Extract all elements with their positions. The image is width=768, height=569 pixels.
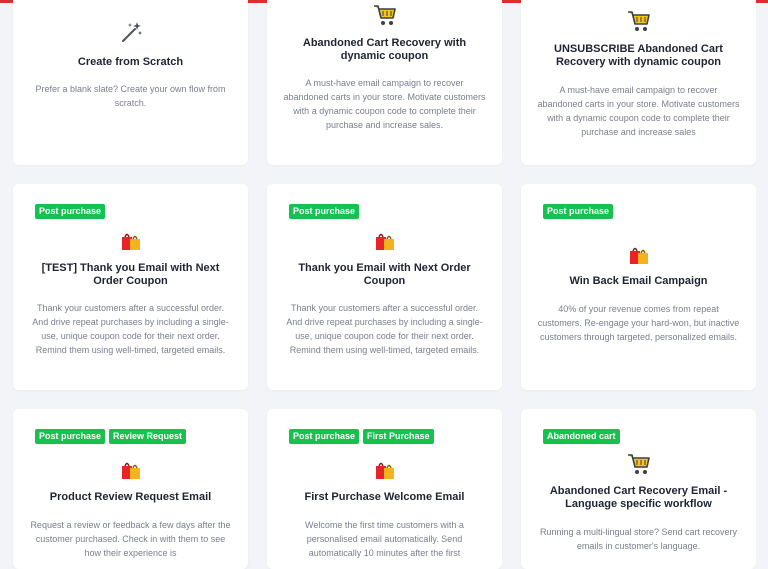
card-title: First Purchase Welcome Email [304,491,465,503]
tag-list: Post purchase Review Request [35,429,187,444]
tag-list: Post purchase [543,204,614,219]
card-title: Abandoned Cart Recovery Email - Language… [549,485,728,510]
tag-post-purchase: Post purchase [289,429,360,444]
template-card-product-review-request[interactable]: Post purchase Review Request Product Rev… [13,409,248,569]
template-card-thank-you[interactable]: Post purchase Thank you Email with Next … [267,184,502,390]
card-description: A must-have email campaign to recover ab… [283,78,486,130]
tag-list: Post purchase [289,204,360,219]
card-title: [TEST] Thank you Email with Next Order C… [41,262,220,287]
template-card-unsubscribe-abandoned-cart[interactable]: UNSUBSCRIBE Abandoned Cart Recovery with… [521,0,756,165]
card-description: Running a multi-lingual store? Send cart… [539,527,738,551]
card-description: 40% of your revenue comes from repeat cu… [537,304,740,342]
card-title: UNSUBSCRIBE Abandoned Cart Recovery with… [554,43,723,68]
magic-wand-icon [121,22,142,42]
shopping-cart-icon [627,454,650,474]
tag-post-purchase: Post purchase [543,204,614,219]
tag-list: Post purchase [35,204,106,219]
card-description: Thank your customers after a successful … [286,303,483,355]
template-card-create-from-scratch[interactable]: Create from Scratch Prefer a blank slate… [13,0,248,165]
card-description: Prefer a blank slate? Create your own fl… [35,84,226,108]
tag-list: Abandoned cart [543,429,620,444]
card-description: Request a review or feedback a few days … [30,520,231,558]
template-card-test-thank-you[interactable]: Post purchase [TEST] Thank you Email wit… [13,184,248,390]
template-card-first-purchase-welcome[interactable]: Post purchase First Purchase First Purch… [267,409,502,569]
shopping-bags-icon [629,247,648,264]
card-title: Win Back Email Campaign [569,275,708,287]
shopping-bags-icon [375,233,394,250]
shopping-bags-icon [121,462,140,479]
shopping-cart-icon [373,5,396,25]
tag-abandoned-cart: Abandoned cart [543,429,620,444]
tag-post-purchase: Post purchase [35,204,106,219]
tag-post-purchase: Post purchase [289,204,360,219]
card-title: Product Review Request Email [49,491,212,503]
shopping-bags-icon [121,233,140,250]
card-description: Thank your customers after a successful … [32,303,229,355]
card-title: Create from Scratch [77,56,184,68]
template-card-abandoned-cart-dynamic-coupon[interactable]: Abandoned Cart Recovery with dynamic cou… [267,0,502,165]
tag-review-request: Review Request [109,429,187,444]
tag-list: Post purchase First Purchase [289,429,434,444]
card-description: Welcome the first time customers with a … [305,520,464,558]
shopping-cart-icon [627,11,650,31]
card-title: Abandoned Cart Recovery with dynamic cou… [302,37,467,62]
tag-first-purchase: First Purchase [363,429,434,444]
tag-post-purchase: Post purchase [35,429,106,444]
template-card-abandoned-cart-language[interactable]: Abandoned cart Abandoned Cart Recovery E… [521,409,756,569]
card-description: A must-have email campaign to recover ab… [537,85,740,137]
template-card-win-back[interactable]: Post purchase Win Back Email Campaign 40… [521,184,756,390]
shopping-bags-icon [375,462,394,479]
card-title: Thank you Email with Next Order Coupon [298,262,471,287]
